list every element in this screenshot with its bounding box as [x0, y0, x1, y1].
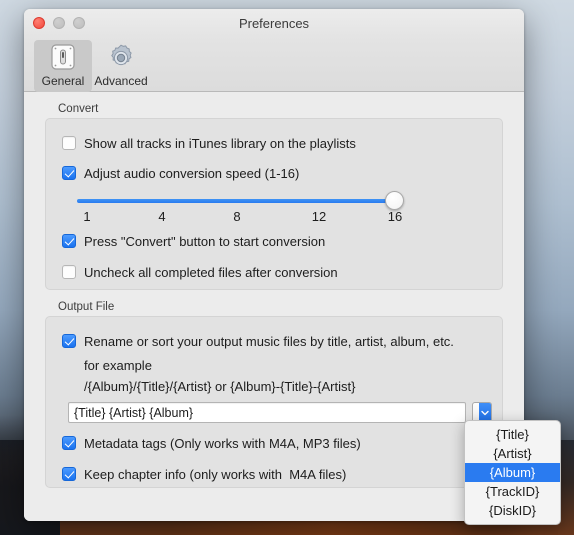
slider-tick-labels: 1 4 8 12 16 [77, 209, 407, 227]
conversion-speed-slider[interactable]: 1 4 8 12 16 [77, 191, 407, 230]
metadata-tags-label: Metadata tags (Only works with M4A, MP3 … [84, 435, 361, 451]
tab-general-label: General [41, 74, 85, 88]
menu-item-title[interactable]: {Title} [465, 425, 560, 444]
menu-item-trackid[interactable]: {TrackID} [465, 482, 560, 501]
preferences-toolbar: General Advanced [24, 40, 524, 92]
menu-item-diskid[interactable]: {DiskID} [465, 501, 560, 520]
output-file-group: Rename or sort your output music files b… [45, 316, 503, 488]
example-pattern-text: /{Album}/{Title}/{Artist} or {Album}-{Ti… [84, 379, 356, 394]
show-all-tracks-row[interactable]: Show all tracks in iTunes library on the… [62, 132, 502, 154]
rename-sort-row[interactable]: Rename or sort your output music files b… [62, 330, 502, 352]
slider-thumb[interactable] [385, 191, 404, 210]
adjust-speed-label: Adjust audio conversion speed (1-16) [84, 165, 300, 181]
tab-advanced-label: Advanced [94, 74, 148, 88]
convert-group: Show all tracks in iTunes library on the… [45, 118, 503, 290]
slider-track[interactable] [77, 199, 395, 203]
metadata-tags-row[interactable]: Metadata tags (Only works with M4A, MP3 … [62, 432, 502, 454]
slider-tick-12: 12 [311, 209, 327, 224]
press-convert-label: Press "Convert" button to start conversi… [84, 233, 326, 249]
uncheck-completed-label: Uncheck all completed files after conver… [84, 264, 338, 280]
slider-tick-8: 8 [233, 209, 241, 224]
gear-icon [105, 42, 137, 74]
window-titlebar[interactable]: Preferences [24, 9, 524, 40]
tab-general[interactable]: General [34, 40, 92, 92]
metadata-tags-checkbox[interactable] [62, 436, 76, 450]
slider-tick-4: 4 [158, 209, 166, 224]
preferences-window: Preferences General Advanced Convert Sho… [24, 9, 561, 525]
adjust-speed-checkbox[interactable] [62, 166, 76, 180]
show-all-tracks-checkbox[interactable] [62, 136, 76, 150]
keep-chapter-row[interactable]: Keep chapter info (only works with M4A f… [62, 463, 502, 485]
tab-advanced[interactable]: Advanced [92, 40, 150, 88]
rename-sort-label: Rename or sort your output music files b… [84, 333, 454, 349]
press-convert-checkbox[interactable] [62, 234, 76, 248]
keep-chapter-checkbox[interactable] [62, 467, 76, 481]
convert-group-label: Convert [58, 103, 99, 115]
adjust-speed-row[interactable]: Adjust audio conversion speed (1-16) [62, 162, 502, 184]
pattern-input[interactable] [68, 402, 466, 423]
window-title: Preferences [238, 16, 310, 31]
rename-sort-checkbox[interactable] [62, 334, 76, 348]
preferences-content: Convert Show all tracks in iTunes librar… [24, 92, 524, 521]
example-intro-text: for example [84, 358, 152, 373]
uncheck-completed-row[interactable]: Uncheck all completed files after conver… [62, 261, 502, 283]
menu-item-album[interactable]: {Album} [465, 463, 560, 482]
slider-tick-16: 16 [387, 209, 403, 224]
menu-item-artist[interactable]: {Artist} [465, 444, 560, 463]
show-all-tracks-label: Show all tracks in iTunes library on the… [84, 135, 356, 151]
slider-tick-1: 1 [83, 209, 91, 224]
uncheck-completed-checkbox[interactable] [62, 265, 76, 279]
press-convert-row[interactable]: Press "Convert" button to start conversi… [62, 230, 502, 252]
switch-icon [47, 42, 79, 74]
output-file-group-label: Output File [58, 301, 115, 313]
pattern-dropdown-menu: {Title} {Artist} {Album} {TrackID} {Disk… [464, 420, 561, 525]
keep-chapter-label: Keep chapter info (only works with M4A f… [84, 466, 347, 482]
pattern-input-row [68, 402, 502, 423]
desktop-background: Preferences General Advanced Convert Sho… [0, 0, 574, 535]
